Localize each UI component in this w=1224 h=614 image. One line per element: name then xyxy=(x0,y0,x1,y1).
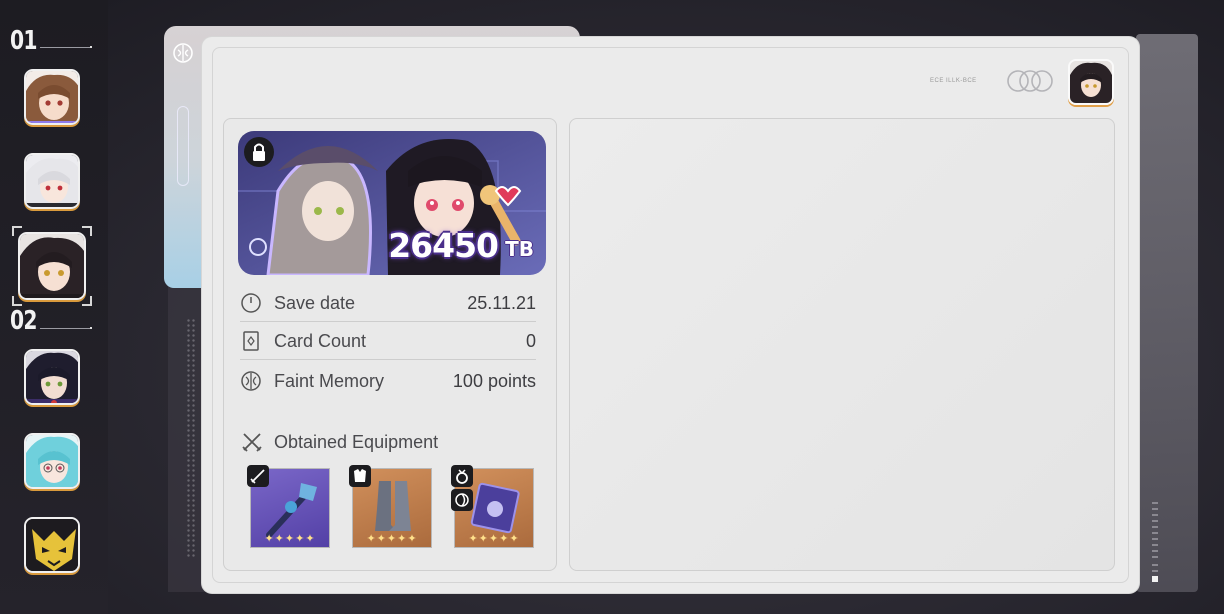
ring-icon xyxy=(451,465,473,487)
info-value: 25.11.21 xyxy=(467,293,536,313)
character-avatar-1[interactable] xyxy=(24,69,80,125)
info-value: 0 xyxy=(525,331,536,351)
character-avatar-3[interactable] xyxy=(18,232,86,300)
group-divider xyxy=(40,46,92,48)
rarity-stars: ✦✦✦✦✦ xyxy=(468,533,520,545)
banner-unit: TB xyxy=(505,237,534,261)
clock-icon xyxy=(240,292,262,314)
card-icon xyxy=(240,330,262,352)
equipment-item-armor[interactable]: ✦✦✦✦✦ xyxy=(349,465,432,548)
info-row-save-date: Save date 25.11.21 xyxy=(240,284,536,322)
character-avatar-2[interactable] xyxy=(24,153,80,209)
equipment-title: Obtained Equipment xyxy=(274,432,439,452)
equipment-item-accessory[interactable]: ✦✦✦✦✦ xyxy=(451,465,534,548)
header-small-text: ECE ILLK-BCE xyxy=(930,78,977,84)
character-rail: 01 02 xyxy=(0,0,108,614)
armor-icon xyxy=(349,465,371,487)
group-divider xyxy=(40,327,92,329)
detail-card-empty xyxy=(569,118,1115,571)
brain-icon xyxy=(240,370,262,392)
equipment-item-weapon[interactable]: ✦✦✦✦✦ xyxy=(247,465,330,548)
character-avatar-6[interactable] xyxy=(24,517,80,573)
swirl-icon xyxy=(451,489,473,511)
character-banner[interactable]: 26450 TB xyxy=(238,131,546,275)
scroll-indicator[interactable] xyxy=(1152,502,1158,582)
info-label: Faint Memory xyxy=(274,371,385,391)
sword-icon xyxy=(247,465,269,487)
info-row-card-count: Card Count 0 xyxy=(240,322,536,360)
rings-icon xyxy=(1006,69,1054,93)
save-info-card: 26450 TB Save date 25.11.21 Card Count 0… xyxy=(223,118,557,571)
save-card-panel: ECE ILLK-BCE 26450 TB Save date 25.11.21… xyxy=(202,37,1139,593)
vertical-tag xyxy=(177,106,189,186)
owner-avatar[interactable] xyxy=(1068,59,1114,105)
info-label: Card Count xyxy=(274,331,367,351)
group-number-2: 02 xyxy=(10,306,37,336)
rarity-stars: ✦✦✦✦✦ xyxy=(264,533,316,545)
character-avatar-5[interactable] xyxy=(24,433,80,489)
back-plate-right xyxy=(1136,34,1198,592)
decorative-dots xyxy=(186,318,196,558)
character-avatar-4[interactable] xyxy=(24,349,80,405)
info-row-faint-memory: Faint Memory 100 points xyxy=(240,362,536,400)
group-number-1: 01 xyxy=(10,26,37,56)
info-value: 100 points xyxy=(452,371,536,391)
brain-icon xyxy=(172,42,194,64)
crossed-swords-icon xyxy=(240,430,264,454)
lock-icon[interactable] xyxy=(244,137,274,167)
banner-value: 26450 xyxy=(388,226,499,265)
info-label: Save date xyxy=(274,293,356,313)
rarity-stars: ✦✦✦✦✦ xyxy=(366,533,418,545)
